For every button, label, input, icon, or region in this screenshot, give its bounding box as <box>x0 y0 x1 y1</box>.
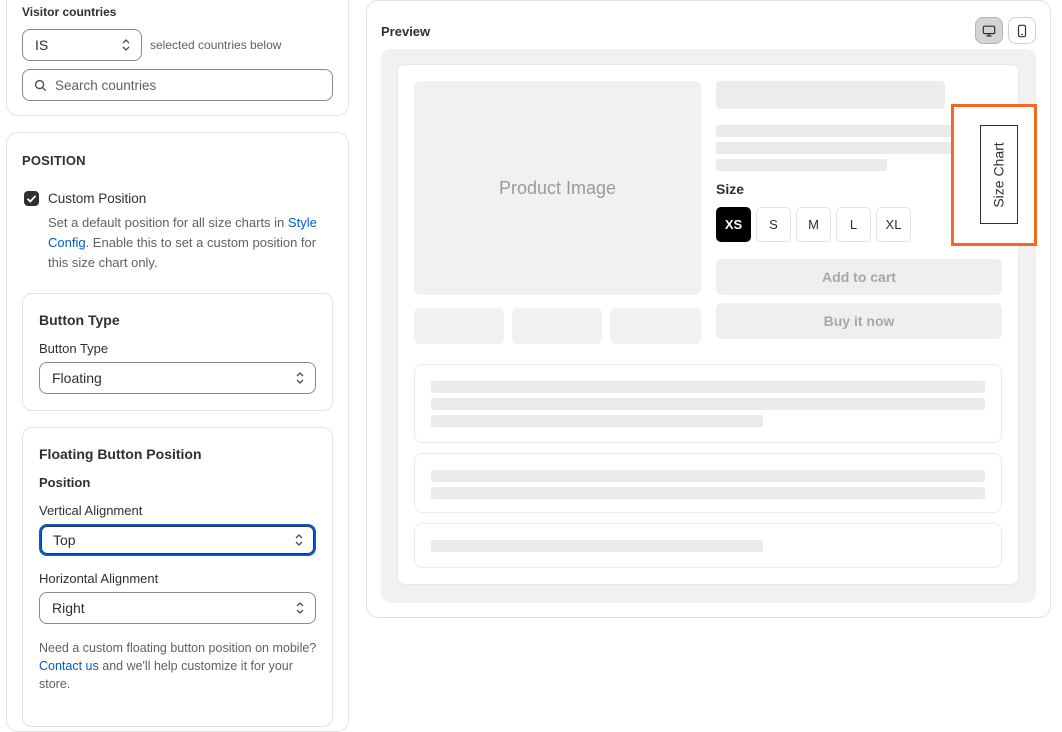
size-option-m[interactable]: M <box>796 207 831 242</box>
text-placeholder <box>431 381 985 393</box>
thumbnail <box>512 308 602 344</box>
floating-position-subtitle: Position <box>39 475 91 490</box>
accordion-placeholder <box>414 453 1002 513</box>
floating-position-title: Floating Button Position <box>39 446 202 462</box>
button-type-title: Button Type <box>39 312 120 328</box>
custom-position-help-text: Set a default position for all size char… <box>48 215 288 230</box>
chevron-updown-icon <box>296 372 304 384</box>
chevron-updown-icon <box>122 39 130 51</box>
search-countries-placeholder: Search countries <box>55 77 157 93</box>
position-section-title: POSITION <box>22 153 86 168</box>
custom-position-help-text-end: . Enable this to set a custom position f… <box>48 235 317 270</box>
vertical-alignment-label: Vertical Alignment <box>39 503 143 518</box>
mobile-icon <box>1017 24 1027 37</box>
add-to-cart-button[interactable]: Add to cart <box>716 259 1002 295</box>
horizontal-alignment-value: Right <box>52 600 85 616</box>
buy-now-button[interactable]: Buy it now <box>716 303 1002 339</box>
horizontal-alignment-select[interactable]: Right <box>39 592 316 624</box>
text-placeholder <box>716 159 887 171</box>
text-placeholder <box>431 540 763 552</box>
preview-title: Preview <box>381 24 431 39</box>
floating-position-help: Need a custom floating button position o… <box>39 639 321 693</box>
size-option-l[interactable]: L <box>836 207 871 242</box>
floating-position-card: Floating Button Position Position Vertic… <box>22 427 333 727</box>
size-option-xs[interactable]: XS <box>716 207 751 242</box>
floating-help-text: Need a custom floating button position o… <box>39 641 317 655</box>
text-placeholder <box>431 487 985 499</box>
size-chart-button-label: Size Chart <box>991 141 1008 208</box>
title-placeholder <box>716 81 945 109</box>
desktop-icon <box>982 25 996 37</box>
horizontal-alignment-label: Horizontal Alignment <box>39 571 159 586</box>
checkmark-icon <box>26 195 37 203</box>
position-card: POSITION Custom Position Set a default p… <box>6 132 349 732</box>
visitor-mode-suffix: selected countries below <box>150 38 282 52</box>
desktop-view-button[interactable] <box>975 17 1003 44</box>
accordion-placeholder <box>414 523 1002 568</box>
size-option-xl[interactable]: XL <box>876 207 911 242</box>
text-placeholder <box>431 470 985 482</box>
button-type-field-label: Button Type <box>39 341 109 356</box>
product-image-label: Product Image <box>498 177 617 198</box>
chevron-updown-icon <box>295 534 303 546</box>
size-option-s[interactable]: S <box>756 207 791 242</box>
mobile-view-button[interactable] <box>1008 17 1036 44</box>
text-placeholder <box>431 398 985 410</box>
custom-position-help: Set a default position for all size char… <box>48 213 323 273</box>
size-label: Size <box>716 181 745 197</box>
custom-position-label: Custom Position <box>48 191 147 206</box>
thumbnail <box>414 308 504 344</box>
search-icon <box>34 79 47 92</box>
visitor-mode-select[interactable]: IS <box>22 29 142 61</box>
visitor-countries-label: Visitor countries <box>22 5 117 19</box>
chevron-updown-icon <box>296 602 304 614</box>
text-placeholder <box>431 415 763 427</box>
visitor-mode-value: IS <box>35 37 49 53</box>
custom-position-checkbox[interactable] <box>24 191 39 206</box>
search-countries-input[interactable]: Search countries <box>22 69 333 101</box>
button-type-card: Button Type Button Type Floating <box>22 293 333 411</box>
size-chart-floating-button[interactable]: Size Chart <box>980 125 1018 224</box>
vertical-alignment-value: Top <box>53 532 76 548</box>
visitor-countries-card: Visitor countries IS selected countries … <box>6 0 349 116</box>
vertical-alignment-select[interactable]: Top <box>39 524 316 556</box>
button-type-select[interactable]: Floating <box>39 362 316 394</box>
product-image-placeholder: Product Image <box>414 81 701 295</box>
accordion-placeholder <box>414 364 1002 443</box>
button-type-value: Floating <box>52 370 102 386</box>
thumbnail <box>610 308 701 344</box>
contact-us-link[interactable]: Contact us <box>39 659 99 673</box>
